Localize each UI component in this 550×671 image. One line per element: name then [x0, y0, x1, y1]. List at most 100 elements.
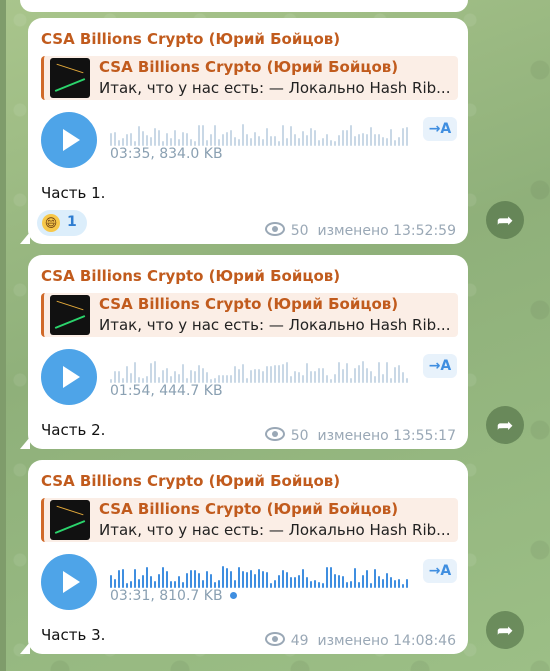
waveform-bar	[294, 371, 296, 383]
share-icon[interactable]: ➦	[486, 611, 524, 649]
sender-name[interactable]: CSA Billions Crypto (Юрий Бойцов)	[41, 472, 340, 490]
waveform-bar	[286, 572, 288, 588]
waveform-bar	[118, 570, 120, 588]
sender-name[interactable]: CSA Billions Crypto (Юрий Бойцов)	[41, 267, 340, 285]
voice-waveform[interactable]	[110, 122, 410, 146]
waveform-bar	[166, 133, 168, 146]
waveform-bar	[270, 136, 272, 146]
waveform-bar	[382, 579, 384, 588]
waveform-bar	[378, 134, 380, 146]
view-count: 50	[290, 223, 309, 239]
waveform-bar	[378, 576, 380, 588]
waveform-bar	[182, 364, 184, 383]
reply-quote[interactable]: CSA Billions Crypto (Юрий Бойцов) Итак, …	[41, 56, 458, 100]
waveform-bar	[206, 372, 208, 383]
waveform-bar	[126, 366, 128, 383]
transcribe-button[interactable]: →A	[423, 559, 457, 583]
play-icon[interactable]	[41, 554, 97, 610]
message-bubble[interactable]: CSA Billions Crypto (Юрий Бойцов) CSA Bi…	[20, 460, 468, 654]
waveform-bar	[190, 139, 192, 146]
waveform-bar	[290, 577, 292, 588]
waveform-bar	[338, 575, 340, 588]
waveform-bar	[318, 140, 320, 146]
reply-quote[interactable]: CSA Billions Crypto (Юрий Бойцов) Итак, …	[41, 498, 458, 542]
waveform-bar	[154, 128, 156, 146]
voice-meta-text: 01:54, 444.7 KB	[110, 383, 223, 399]
reply-author: CSA Billions Crypto (Юрий Бойцов)	[99, 58, 399, 76]
waveform-bar	[190, 370, 192, 383]
waveform-bar	[142, 131, 144, 146]
voice-waveform[interactable]	[110, 359, 410, 383]
waveform-bar	[126, 134, 128, 146]
waveform-bar	[274, 365, 276, 383]
edited-timestamp: изменено 13:52:59	[317, 223, 456, 239]
message-bubble[interactable]: CSA Billions Crypto (Юрий Бойцов) CSA Bi…	[20, 18, 468, 244]
share-icon[interactable]: ➦	[486, 406, 524, 444]
waveform-bar	[298, 575, 300, 588]
waveform-bar	[254, 132, 256, 146]
waveform-bar	[286, 138, 288, 146]
waveform-bar	[346, 363, 348, 383]
waveform-bar	[274, 580, 276, 588]
waveform-bar	[374, 134, 376, 146]
waveform-bar	[222, 134, 224, 146]
waveform-bar	[354, 568, 356, 588]
waveform-bar	[326, 375, 328, 383]
waveform-bar	[346, 130, 348, 146]
waveform-bar	[202, 368, 204, 383]
waveform-bar	[222, 375, 224, 383]
waveform-bar	[406, 378, 408, 383]
play-icon[interactable]	[41, 112, 97, 168]
waveform-bar	[250, 370, 252, 383]
waveform-bar	[402, 128, 404, 146]
transcribe-button[interactable]: →A	[423, 117, 457, 141]
waveform-bar	[226, 132, 228, 146]
waveform-bar	[390, 129, 392, 146]
message-bubble[interactable]: CSA Billions Crypto (Юрий Бойцов) CSA Bi…	[20, 255, 468, 449]
unread-dot	[229, 592, 237, 599]
waveform-bar	[330, 567, 332, 588]
waveform-bar	[406, 127, 408, 146]
waveform-bar	[350, 378, 352, 383]
waveform-bar	[386, 573, 388, 588]
waveform-bar	[218, 580, 220, 588]
waveform-bar	[150, 576, 152, 588]
play-icon[interactable]	[41, 349, 97, 405]
waveform-bar	[282, 570, 284, 588]
waveform-bar	[262, 371, 264, 383]
reply-thumbnail	[50, 500, 90, 540]
waveform-bar	[138, 126, 140, 146]
waveform-bar	[314, 371, 316, 383]
waveform-bar	[338, 362, 340, 383]
waveform-bar	[178, 374, 180, 383]
waveform-bar	[154, 581, 156, 588]
waveform-bar	[122, 138, 124, 146]
reaction-count: 1	[67, 214, 77, 230]
waveform-bar	[146, 376, 148, 383]
waveform-bar	[178, 576, 180, 588]
waveform-bar	[222, 566, 224, 588]
waveform-bar	[362, 361, 364, 383]
waveform-bar	[326, 567, 328, 588]
waveform-bar	[114, 132, 116, 146]
reaction-chip[interactable]: 😄 1	[37, 210, 87, 236]
waveform-bar	[242, 124, 244, 146]
waveform-bar	[350, 581, 352, 588]
message-status: 50 изменено 13:52:59	[264, 222, 456, 239]
reply-quote[interactable]: CSA Billions Crypto (Юрий Бойцов) Итак, …	[41, 293, 458, 337]
waveform-bar	[198, 125, 200, 146]
sender-name[interactable]: CSA Billions Crypto (Юрий Бойцов)	[41, 30, 340, 48]
waveform-bar	[366, 134, 368, 146]
eye-icon	[264, 427, 285, 441]
waveform-bar	[134, 569, 136, 588]
transcribe-button[interactable]: →A	[423, 354, 457, 378]
waveform-bar	[358, 134, 360, 146]
waveform-bar	[250, 570, 252, 588]
waveform-bar	[346, 582, 348, 588]
share-icon[interactable]: ➦	[486, 201, 524, 239]
waveform-bar	[314, 130, 316, 146]
waveform-bar	[170, 376, 172, 383]
voice-waveform[interactable]	[110, 564, 410, 588]
waveform-bar	[154, 361, 156, 383]
waveform-bar	[162, 567, 164, 588]
